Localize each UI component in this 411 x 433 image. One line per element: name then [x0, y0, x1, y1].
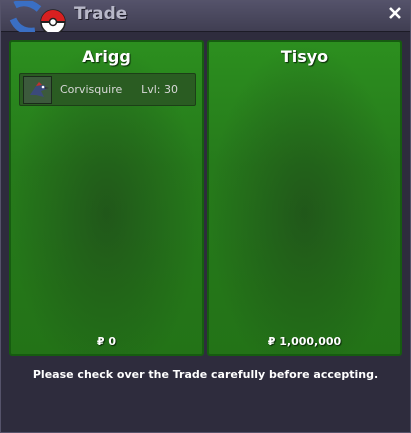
left-money: ₽ 0 — [96, 335, 117, 348]
left-pokemon-item[interactable]: Corvisquire Lvl: 30 — [19, 73, 196, 106]
right-trainer-name: Tisyo — [280, 47, 329, 66]
close-button[interactable] — [384, 3, 406, 25]
right-money: ₽ 1,000,000 — [267, 335, 342, 348]
trade-warning-message: Please check over the Trade carefully be… — [32, 368, 379, 381]
pokemon-name: Corvisquire — [60, 83, 123, 96]
corvisquire-sprite-icon — [23, 76, 52, 104]
title-bar[interactable]: Trade — [1, 0, 410, 35]
close-icon — [388, 5, 402, 24]
trade-content: Arigg Corvisquire Lvl: 30 ₽ 0 Tisyo ₽ 1,… — [1, 32, 410, 432]
left-trainer-name: Arigg — [82, 47, 131, 66]
left-trade-panel: Arigg Corvisquire Lvl: 30 ₽ 0 — [9, 40, 204, 356]
pokemon-level: Lvl: 30 — [141, 83, 178, 96]
window-title: Trade — [74, 4, 128, 24]
right-trade-panel: Tisyo ₽ 1,000,000 — [207, 40, 402, 356]
trade-window: Trade Arigg Corvisquire Lvl: 30 ₽ 0 Tisy… — [0, 0, 411, 433]
